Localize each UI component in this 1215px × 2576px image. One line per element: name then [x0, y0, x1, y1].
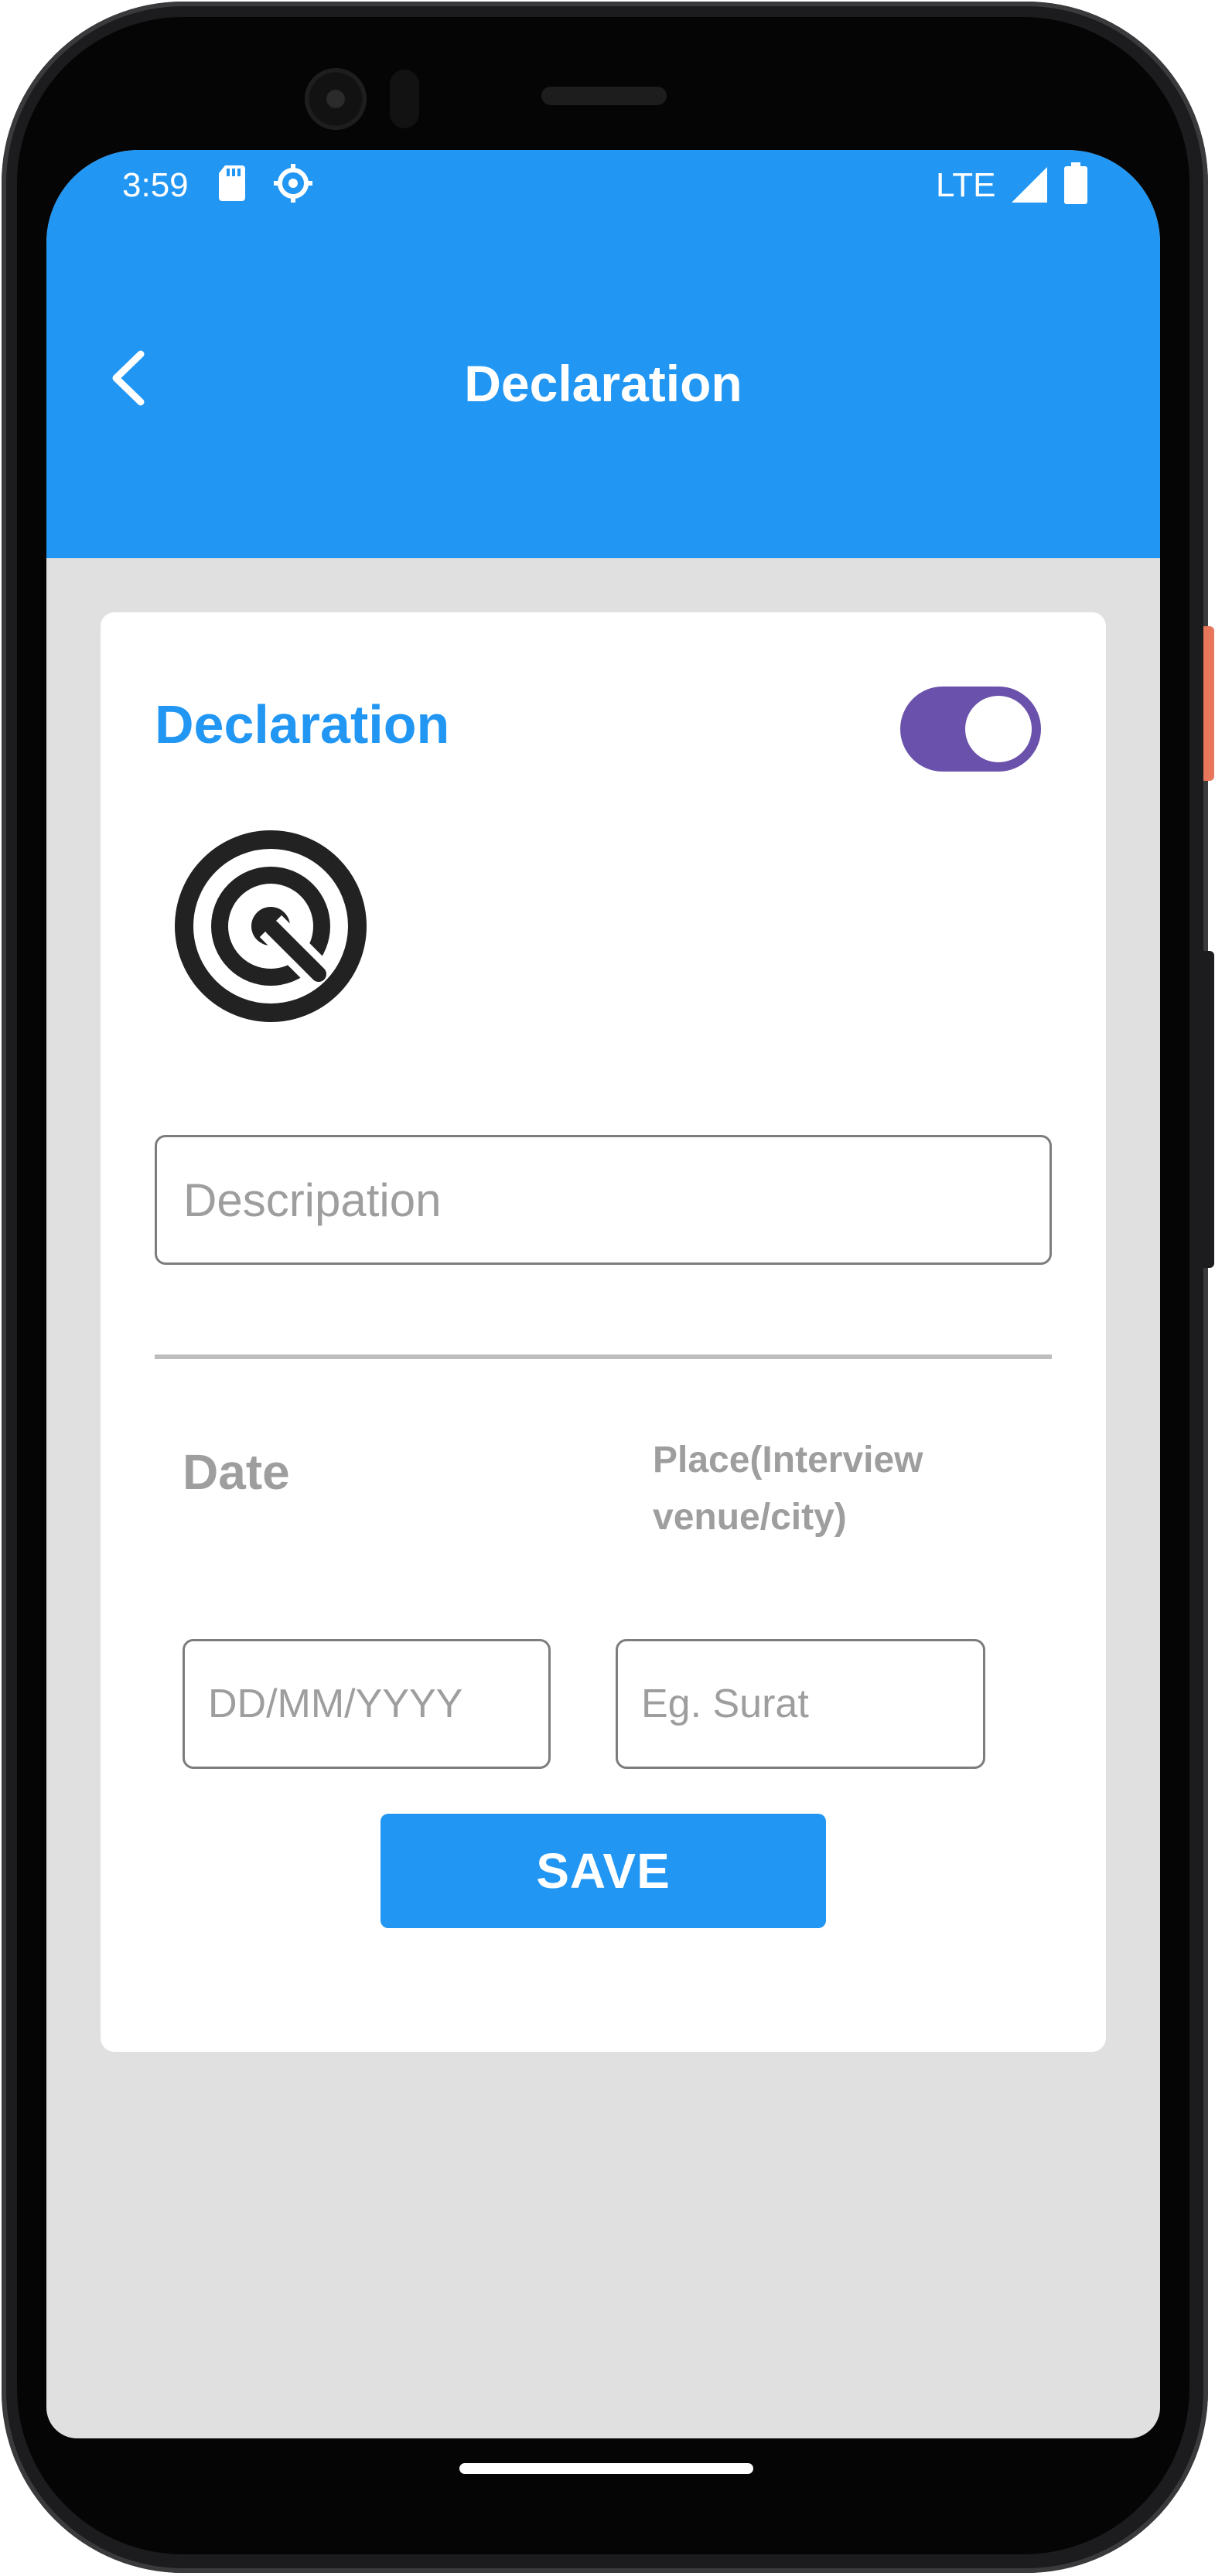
date-input[interactable]: [183, 1639, 551, 1769]
screen: 3:59 LTE Declaration Declaration Descrip…: [46, 150, 1160, 2438]
status-time: 3:59: [122, 166, 189, 204]
front-camera: [305, 68, 367, 130]
proximity-sensor: [390, 70, 419, 128]
target-search-icon: [175, 830, 367, 1026]
back-button[interactable]: [93, 343, 162, 413]
gear-icon: [272, 162, 314, 208]
declaration-card: Declaration Date Place(Interview venue/c…: [101, 612, 1106, 2052]
network-type: LTE: [936, 166, 996, 204]
power-button: [1203, 626, 1214, 781]
chevron-left-icon: [112, 350, 145, 406]
declaration-toggle[interactable]: [900, 687, 1041, 772]
earpiece-speaker: [541, 87, 667, 105]
description-input[interactable]: [155, 1135, 1052, 1265]
signal-icon: [1012, 167, 1047, 206]
volume-button: [1203, 951, 1214, 1268]
divider: [155, 1354, 1052, 1359]
place-input[interactable]: [616, 1639, 985, 1769]
phone-device: 3:59 LTE Declaration Declaration Descrip…: [0, 0, 1215, 2576]
card-title: Declaration: [155, 694, 450, 755]
battery-icon: [1064, 162, 1087, 208]
sd-card-icon: [219, 165, 245, 205]
page-title: Declaration: [464, 355, 742, 412]
save-button[interactable]: SAVE: [381, 1814, 826, 1928]
home-gesture-bar[interactable]: [459, 2463, 753, 2474]
toggle-knob: [965, 696, 1032, 762]
app-bar: 3:59 LTE Declaration: [46, 150, 1160, 558]
status-bar: 3:59 LTE: [46, 150, 1160, 235]
place-label: Place(Interview venue/city): [653, 1440, 923, 1538]
date-label: Date: [183, 1444, 290, 1500]
